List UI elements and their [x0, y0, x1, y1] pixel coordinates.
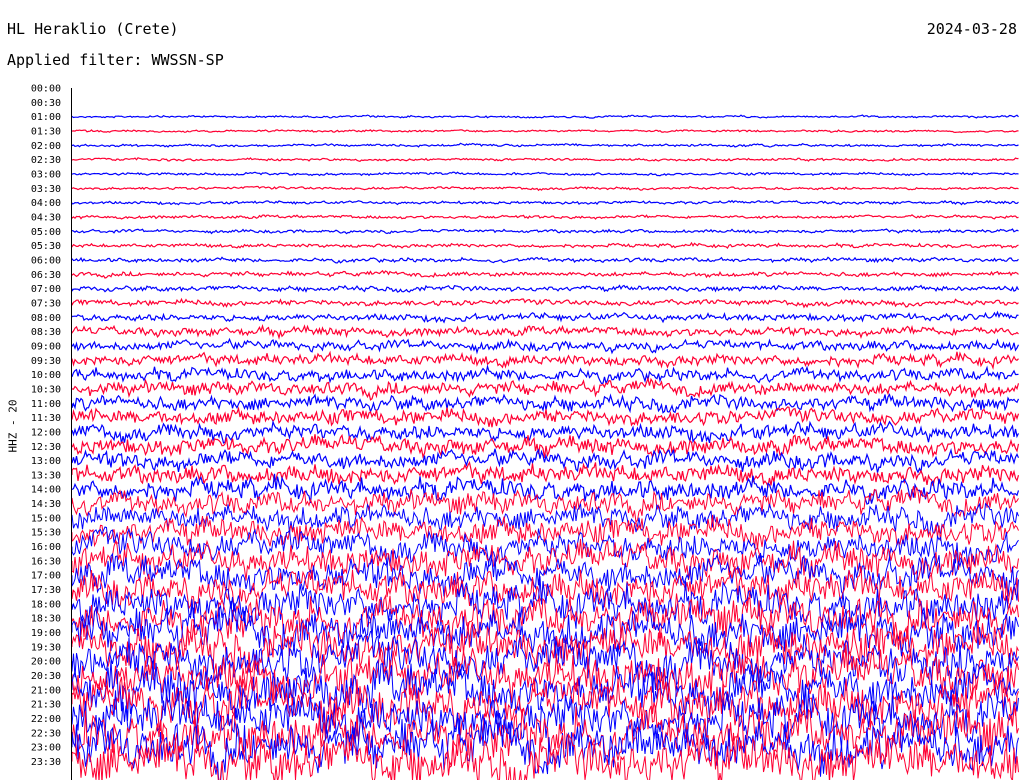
trace-0500	[71, 228, 1019, 235]
row-label: 19:30	[31, 642, 61, 653]
row-label: 14:30	[31, 499, 61, 510]
row-label: 18:30	[31, 614, 61, 625]
row-label: 10:30	[31, 384, 61, 395]
trace-0700	[71, 284, 1020, 293]
row-label: 14:00	[31, 485, 61, 496]
row-label: 05:00	[31, 227, 61, 238]
row-label-group: 00:00 00:30 01:00 01:30 02:00 02:30 03:00 03:30…	[31, 84, 61, 769]
row-label: 03:00	[31, 169, 61, 180]
row-label: 21:30	[31, 700, 61, 711]
row-label: 05:30	[31, 241, 61, 252]
trace-0900	[71, 337, 1020, 355]
trace-group	[71, 114, 1020, 780]
trace-0430	[71, 214, 1019, 220]
row-label: 13:30	[31, 470, 61, 481]
row-label: 09:30	[31, 356, 61, 367]
trace-0130	[71, 129, 1019, 134]
row-label: 08:30	[31, 327, 61, 338]
row-label: 21:00	[31, 685, 61, 696]
trace-0200	[71, 142, 1019, 148]
row-label: 07:30	[31, 298, 61, 309]
row-label: 07:00	[31, 284, 61, 295]
row-label: 22:30	[31, 728, 61, 739]
row-label: 04:00	[31, 198, 61, 209]
row-label: 08:00	[31, 313, 61, 324]
row-label: 23:00	[31, 743, 61, 754]
row-label: 03:30	[31, 184, 61, 195]
trace-1130	[71, 406, 1020, 428]
row-label: 02:30	[31, 155, 61, 166]
row-label: 13:00	[31, 456, 61, 467]
trace-0630	[71, 269, 1019, 279]
row-label: 00:30	[31, 98, 61, 109]
trace-0330	[71, 185, 1019, 192]
row-label: 18:00	[31, 599, 61, 610]
row-label: 20:00	[31, 657, 61, 668]
row-label: 17:30	[31, 585, 61, 596]
row-label: 10:00	[31, 370, 61, 381]
trace-0230	[71, 157, 1019, 162]
row-label: 11:30	[31, 413, 61, 424]
row-label: 12:00	[31, 427, 61, 438]
row-label: 22:00	[31, 714, 61, 725]
trace-1630	[71, 538, 1019, 583]
row-label: 15:30	[31, 528, 61, 539]
trace-0730	[71, 297, 1019, 309]
trace-0300	[71, 171, 1019, 177]
row-label: 20:30	[31, 671, 61, 682]
row-label: 00:00	[31, 84, 61, 95]
row-label: 06:00	[31, 255, 61, 266]
trace-0600	[71, 256, 1019, 264]
trace-0930	[71, 350, 1019, 371]
trace-1030	[71, 376, 1020, 401]
row-label: 17:00	[31, 571, 61, 582]
row-label: 11:00	[31, 399, 61, 410]
trace-1100	[71, 393, 1020, 414]
row-label: 23:30	[31, 757, 61, 768]
trace-0400	[71, 199, 1019, 206]
row-label: 12:30	[31, 442, 61, 453]
row-label: 16:00	[31, 542, 61, 553]
row-label: 19:00	[31, 628, 61, 639]
row-label: 15:00	[31, 513, 61, 524]
helicorder-plot: 00:00 00:30 01:00 01:30 02:00 02:30 03:00 03:30…	[31, 84, 1020, 780]
row-label: 02:00	[31, 141, 61, 152]
row-label: 06:30	[31, 270, 61, 281]
row-label: 04:30	[31, 212, 61, 223]
row-label: 16:30	[31, 556, 61, 567]
trace-0800	[71, 310, 1019, 324]
row-label: 01:00	[31, 112, 61, 123]
trace-0530	[71, 241, 1019, 250]
row-label: 09:00	[31, 341, 61, 352]
trace-0830	[71, 323, 1019, 340]
trace-1000	[71, 364, 1019, 385]
row-label: 01:30	[31, 126, 61, 137]
trace-0100	[71, 114, 1019, 119]
